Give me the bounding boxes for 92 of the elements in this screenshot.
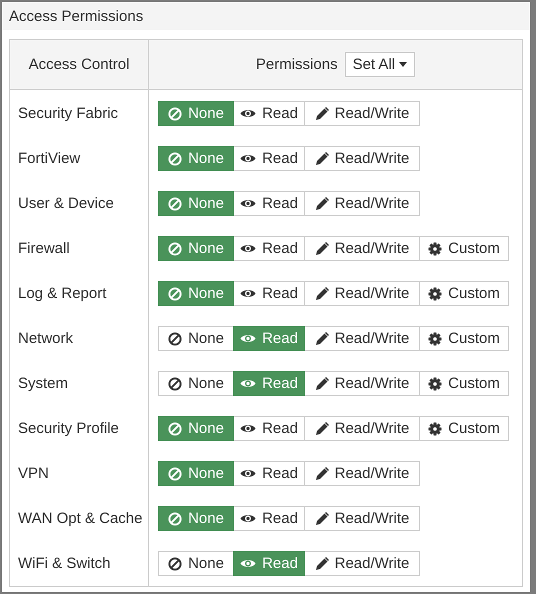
permission-option[interactable]: Read/Write: [304, 371, 420, 396]
permission-option[interactable]: Custom: [419, 371, 509, 396]
row-label: User & Device: [18, 195, 114, 212]
eye-icon: [240, 198, 256, 209]
permission-option[interactable]: Read/Write: [304, 551, 420, 576]
gear-icon: [428, 422, 442, 436]
ban-icon: [168, 152, 182, 166]
row-label: WiFi & Switch: [18, 555, 111, 572]
permission-option[interactable]: None: [158, 191, 234, 216]
permission-option[interactable]: None: [158, 146, 234, 171]
ban-icon: [168, 422, 182, 436]
permission-option[interactable]: None: [158, 326, 234, 351]
pencil-icon: [314, 376, 329, 390]
row-label: FortiView: [18, 150, 80, 167]
ban-icon: [168, 512, 182, 526]
pencil-icon: [314, 556, 329, 570]
permission-option[interactable]: Custom: [419, 281, 509, 306]
pencil-icon: [314, 106, 329, 120]
eye-icon: [240, 513, 256, 524]
column-header: Access Control: [28, 56, 130, 73]
pencil-icon: [314, 332, 329, 346]
permission-option[interactable]: Read/Write: [304, 461, 420, 486]
eye-icon: [240, 243, 256, 254]
permission-option[interactable]: None: [158, 416, 234, 441]
permission-option[interactable]: Read/Write: [304, 506, 420, 531]
pencil-icon: [314, 512, 329, 526]
permission-option[interactable]: None: [158, 506, 234, 531]
ban-icon: [168, 242, 182, 256]
row-label: Log & Report: [18, 285, 106, 302]
permission-option[interactable]: Custom: [419, 236, 509, 261]
permission-option[interactable]: Read/Write: [304, 236, 420, 261]
pencil-icon: [314, 242, 329, 256]
permission-option[interactable]: None: [158, 551, 234, 576]
eye-icon: [240, 108, 256, 119]
panel-title: Access Permissions: [9, 8, 144, 24]
pencil-icon: [314, 286, 329, 300]
ban-icon: [168, 106, 182, 120]
permission-option[interactable]: Read: [233, 146, 305, 171]
permission-option[interactable]: Read/Write: [304, 326, 420, 351]
gear-icon: [428, 376, 442, 390]
row-label: Network: [18, 330, 74, 347]
permission-option[interactable]: Read/Write: [304, 101, 420, 126]
permission-option[interactable]: Custom: [419, 326, 509, 351]
column-header: Permissions: [256, 56, 338, 73]
row-label: System: [18, 375, 68, 392]
pencil-icon: [314, 196, 329, 210]
permission-option[interactable]: Read/Write: [304, 146, 420, 171]
permission-option[interactable]: None: [158, 101, 234, 126]
permission-option[interactable]: Custom: [419, 416, 509, 441]
pencil-icon: [314, 466, 329, 480]
row-label: Security Profile: [18, 420, 119, 437]
ban-icon: [168, 332, 182, 346]
permission-option[interactable]: Read/Write: [304, 191, 420, 216]
ban-icon: [168, 196, 182, 210]
permission-option[interactable]: Read: [233, 551, 305, 576]
ban-icon: [168, 376, 182, 390]
eye-icon: [240, 558, 256, 569]
caret-icon: [399, 62, 408, 67]
permission-option[interactable]: None: [158, 236, 234, 261]
ban-icon: [168, 466, 182, 480]
permission-option[interactable]: Read/Write: [304, 281, 420, 306]
row-label: VPN: [18, 465, 49, 482]
permission-option[interactable]: Read: [233, 461, 305, 486]
eye-icon: [240, 378, 256, 389]
gear-icon: [428, 332, 442, 346]
permission-option[interactable]: Read: [233, 191, 305, 216]
row-label: Firewall: [18, 240, 70, 257]
pencil-icon: [314, 422, 329, 436]
row-label: Security Fabric: [18, 105, 118, 122]
permission-option[interactable]: Read: [233, 506, 305, 531]
pencil-icon: [314, 152, 329, 166]
eye-icon: [240, 288, 256, 299]
permission-option[interactable]: Read/Write: [304, 416, 420, 441]
gear-icon: [428, 286, 442, 300]
eye-icon: [240, 333, 256, 344]
permission-option[interactable]: Read: [233, 101, 305, 126]
permission-option[interactable]: None: [158, 461, 234, 486]
permission-option[interactable]: Read: [233, 236, 305, 261]
permission-option[interactable]: Read: [233, 281, 305, 306]
eye-icon: [240, 153, 256, 164]
ban-icon: [168, 556, 182, 570]
row-label: WAN Opt & Cache: [18, 510, 142, 527]
eye-icon: [240, 468, 256, 479]
permission-option[interactable]: Read: [233, 371, 305, 396]
gear-icon: [428, 242, 442, 256]
permission-option[interactable]: Read: [233, 326, 305, 351]
ban-icon: [168, 286, 182, 300]
set-all-dropdown[interactable]: Set All: [344, 52, 416, 77]
eye-icon: [240, 423, 256, 434]
permission-option[interactable]: Read: [233, 416, 305, 441]
permission-option[interactable]: None: [158, 281, 234, 306]
permission-option[interactable]: None: [158, 371, 234, 396]
